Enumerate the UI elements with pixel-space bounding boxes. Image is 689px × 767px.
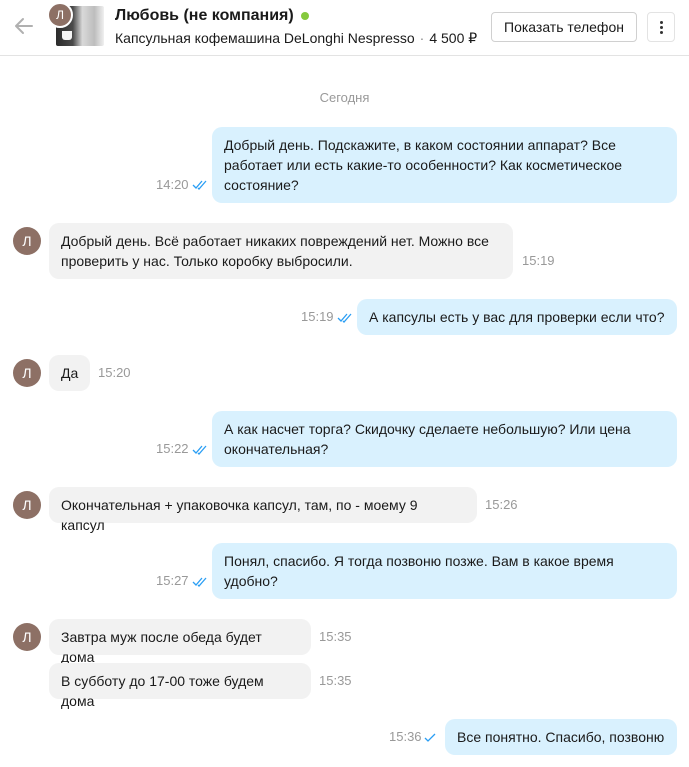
item-info[interactable]: Капсульная кофемашина DeLonghi Nespresso…: [115, 30, 477, 47]
message-time: 15:27: [156, 573, 189, 588]
message-time: 15:19: [522, 253, 555, 268]
online-status-icon: [300, 12, 309, 20]
message-time: 15:35: [319, 629, 352, 644]
contact-name[interactable]: Любовь (не компания): [115, 7, 294, 25]
message-incoming: Да: [49, 355, 90, 391]
sender-avatar[interactable]: Л: [13, 491, 41, 519]
double-check-icon: [192, 180, 207, 190]
message-time: 15:20: [98, 365, 131, 380]
sender-avatar[interactable]: Л: [13, 623, 41, 651]
message-time: 15:26: [485, 497, 518, 512]
message-outgoing: А как насчет торга? Скидочку сделаете не…: [212, 411, 677, 467]
message-text: Понял, спасибо. Я тогда позвоню позже. В…: [224, 553, 614, 589]
contact-avatar: Л: [47, 2, 73, 28]
message-time: 15:35: [319, 673, 352, 688]
sender-avatar[interactable]: Л: [13, 359, 41, 387]
message-text: А как насчет торга? Скидочку сделаете не…: [224, 421, 631, 457]
message-outgoing: Все понятно. Спасибо, позвоню: [445, 719, 677, 755]
back-arrow-icon[interactable]: [12, 14, 36, 38]
more-options-button[interactable]: [647, 12, 675, 42]
separator: ·: [419, 30, 425, 46]
message-outgoing: Добрый день. Подскажите, в каком состоян…: [212, 127, 677, 203]
show-phone-button[interactable]: Показать телефон: [491, 12, 637, 42]
message-incoming: Добрый день. Всё работает никаких повреж…: [49, 223, 513, 279]
message-outgoing: А капсулы есть у вас для проверки если ч…: [357, 299, 677, 335]
single-check-icon: [424, 733, 436, 742]
double-check-icon: [192, 445, 207, 455]
message-text: Все понятно. Спасибо, позвоню: [457, 729, 665, 745]
message-text: Да: [61, 365, 79, 381]
message-incoming: Окончательная + упаковочка капсул, там, …: [49, 487, 477, 533]
message-text: Добрый день. Всё работает никаких повреж…: [61, 233, 489, 269]
message-incoming: Завтра муж после обеда будет дома: [49, 619, 311, 665]
item-price: 4 500 ₽: [429, 30, 478, 46]
double-check-icon: [337, 313, 352, 323]
sender-avatar[interactable]: Л: [13, 227, 41, 255]
message-time: 14:20: [156, 177, 189, 192]
message-text: Добрый день. Подскажите, в каком состоян…: [224, 137, 623, 193]
message-outgoing: Понял, спасибо. Я тогда позвоню позже. В…: [212, 543, 677, 599]
message-incoming: В субботу до 17-00 тоже будем дома: [49, 663, 311, 709]
cup-shape: [62, 31, 72, 40]
message-time: 15:36: [389, 729, 422, 744]
message-text: Окончательная + упаковочка капсул, там, …: [61, 497, 418, 533]
contact-title: Любовь (не компания): [115, 7, 309, 25]
message-text: Завтра муж после обеда будет дома: [61, 629, 262, 665]
chat-header: Л Любовь (не компания) Капсульная кофема…: [0, 0, 689, 56]
message-text: В субботу до 17-00 тоже будем дома: [61, 673, 264, 709]
message-time: 15:19: [301, 309, 334, 324]
message-time: 15:22: [156, 441, 189, 456]
message-text: А капсулы есть у вас для проверки если ч…: [369, 309, 665, 325]
item-title: Капсульная кофемашина DeLonghi Nespresso: [115, 30, 415, 46]
double-check-icon: [192, 577, 207, 587]
date-separator: Сегодня: [319, 90, 370, 105]
